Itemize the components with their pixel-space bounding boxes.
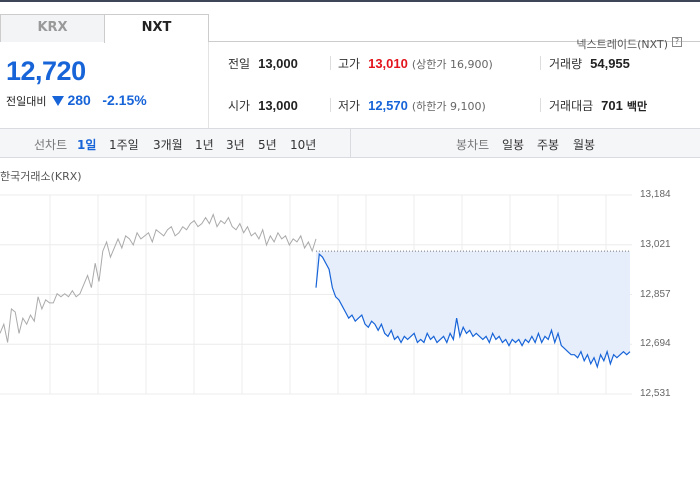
stat-value: 54,955	[590, 56, 630, 71]
stat-prev-close: 전일 13,000	[228, 55, 298, 72]
stat-open: 시가 13,000	[228, 97, 298, 114]
change-percent: -2.15%	[102, 92, 147, 108]
price-chart	[0, 194, 632, 395]
period-1w[interactable]: 1주일	[109, 136, 139, 153]
y-tick-label: 13,184	[640, 189, 671, 200]
exchange-tabs: KRX NXT 넥스트레이드(NXT) ?	[0, 14, 700, 51]
chart-fill-area	[316, 251, 630, 367]
divider	[350, 129, 351, 157]
chart-source-label: 한국거래소(KRX)	[0, 170, 82, 183]
stat-sub: (상한가 16,900)	[411, 58, 493, 71]
candle-daily[interactable]: 일봉	[502, 136, 524, 153]
chart-series-krx	[0, 213, 317, 343]
current-price: 12,720	[6, 56, 86, 86]
stat-sub: (하한가 9,100)	[411, 100, 486, 113]
y-tick-label: 12,857	[640, 288, 671, 300]
exchange-label: 넥스트레이드(NXT)	[576, 38, 668, 51]
tab-krx[interactable]: KRX	[0, 14, 105, 42]
stat-value: 13,000	[258, 56, 298, 71]
chart-toolbar: 선차트 1일 1주일 3개월 1년 3년 5년 10년 봉차트 일봉 주봉 월봉	[0, 128, 700, 158]
down-arrow-icon	[51, 96, 64, 106]
stat-high: 고가 13,010 (상한가 16,900)	[338, 55, 493, 72]
stat-label: 저가	[338, 99, 361, 113]
change-label: 전일대비	[6, 95, 47, 108]
divider	[540, 98, 541, 112]
stat-unit: 백만	[626, 100, 648, 113]
period-1d[interactable]: 1일	[77, 136, 96, 153]
divider	[540, 56, 541, 70]
stat-amount: 거래대금 701 백만	[549, 97, 647, 114]
stat-low: 저가 12,570 (하한가 9,100)	[338, 97, 486, 114]
line-chart-label: 선차트	[34, 138, 68, 152]
stat-value: 13,000	[258, 98, 298, 113]
divider	[208, 42, 209, 128]
y-tick-label: 12,531	[640, 388, 671, 399]
period-5y[interactable]: 5년	[258, 136, 277, 153]
stat-label: 거래량	[549, 57, 583, 71]
stat-value: 12,570	[368, 98, 408, 113]
stat-label: 거래대금	[549, 99, 594, 113]
help-icon[interactable]: ?	[672, 37, 682, 47]
stat-label: 시가	[228, 99, 251, 113]
candle-chart-label: 봉차트	[456, 138, 490, 152]
period-3y[interactable]: 3년	[226, 136, 245, 153]
stat-value: 13,010	[368, 56, 408, 71]
period-3m[interactable]: 3개월	[153, 136, 183, 153]
stat-label: 고가	[338, 57, 361, 71]
top-border	[0, 0, 700, 2]
y-tick-label: 13,021	[640, 238, 671, 250]
tab-nxt[interactable]: NXT	[104, 14, 209, 43]
candle-weekly[interactable]: 주봉	[537, 136, 559, 153]
divider	[330, 98, 331, 112]
period-10y[interactable]: 10년	[290, 136, 316, 153]
period-1y[interactable]: 1년	[195, 136, 214, 153]
change-amount: 280	[67, 92, 91, 108]
price-change: 전일대비 280 -2.15%	[6, 92, 147, 109]
divider	[330, 56, 331, 70]
stat-volume: 거래량 54,955	[549, 55, 630, 72]
stat-value: 701	[601, 98, 623, 113]
stat-label: 전일	[228, 57, 251, 71]
candle-monthly[interactable]: 월봉	[573, 136, 595, 153]
y-tick-label: 12,694	[640, 338, 671, 350]
